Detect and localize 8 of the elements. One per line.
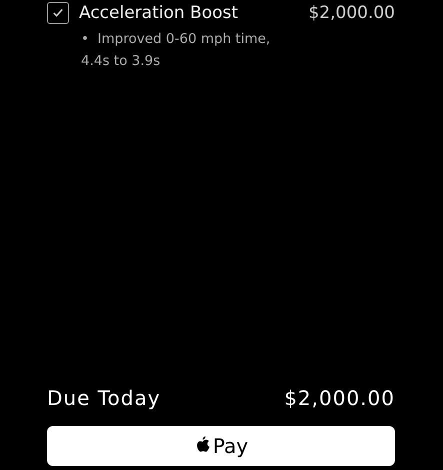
pay-button[interactable]: Pay [47, 426, 395, 466]
checkmark-icon [51, 6, 65, 20]
option-price: $2,000.00 [308, 3, 395, 23]
option-name: Acceleration Boost [79, 3, 240, 23]
due-label: Due Today [47, 386, 161, 410]
due-amount: $2,000.00 [284, 386, 395, 410]
checkbox[interactable] [47, 2, 69, 24]
option-detail: • Improved 0-60 mph time, 4.4s to 3.9s [81, 30, 272, 71]
